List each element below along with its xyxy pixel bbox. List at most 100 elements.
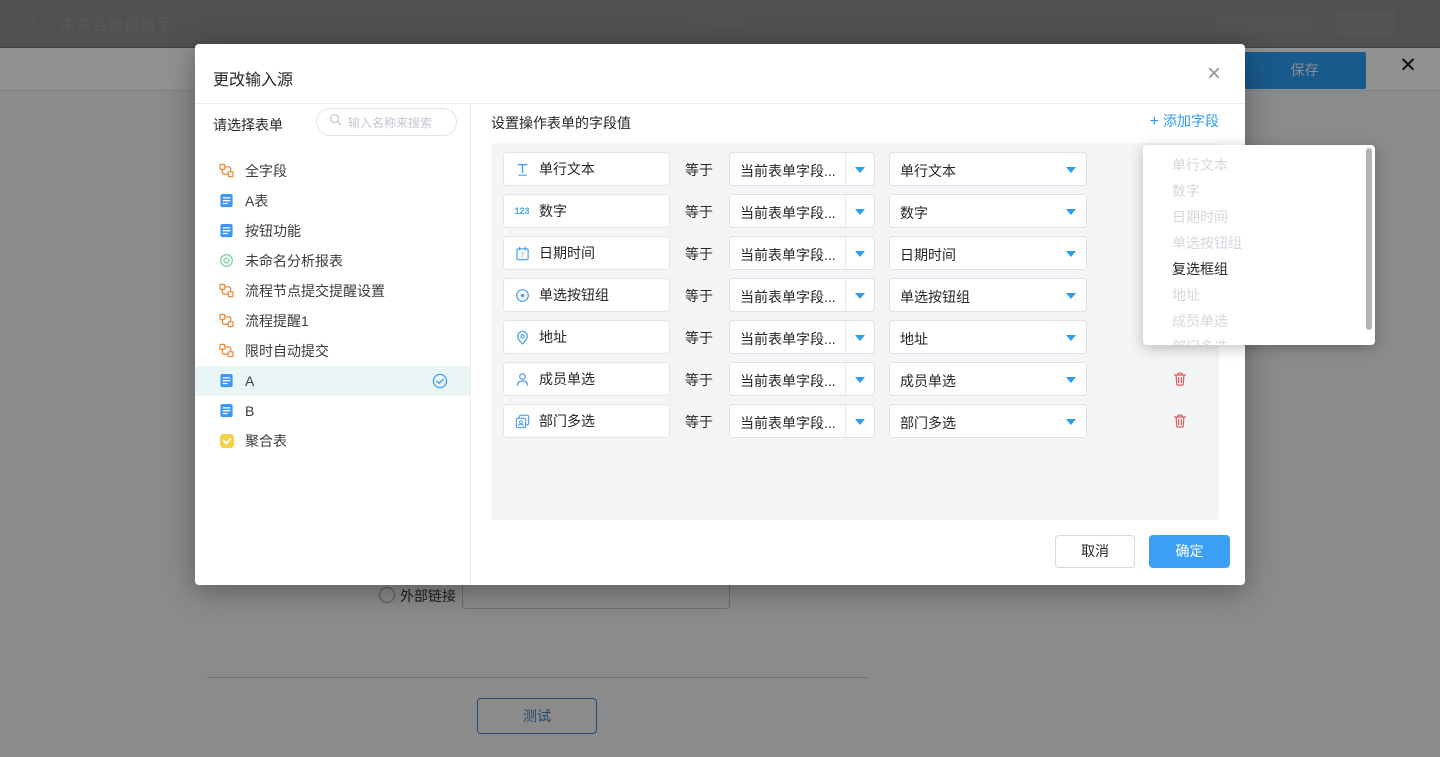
field-name-box[interactable]: 地址 <box>503 320 670 354</box>
source-field-value: 数字 <box>900 203 928 223</box>
source-type-select[interactable]: 当前表单字段... <box>729 236 875 270</box>
chevron-down-icon <box>855 167 865 173</box>
form-icon <box>219 223 235 239</box>
select-arrow-box[interactable] <box>845 237 874 269</box>
chevron-down-icon <box>1066 419 1076 425</box>
search-placeholder: 输入名称来搜索 <box>348 114 432 131</box>
operator-label: 等于 <box>685 160 713 180</box>
source-type-value: 当前表单字段... <box>740 413 836 433</box>
operator-label: 等于 <box>685 412 713 432</box>
operator-label: 等于 <box>685 244 713 264</box>
source-field-select[interactable]: 单选按钮组 <box>889 278 1087 312</box>
check-circle-icon <box>432 373 448 389</box>
field-mapping-row: 地址等于当前表单字段...地址 <box>491 320 1219 354</box>
field-select-dropdown: 单行文本数字日期时间单选按钮组复选框组地址成员单选部门多选 <box>1143 145 1375 345</box>
dropdown-option: 地址 <box>1143 282 1375 308</box>
svg-text:7: 7 <box>520 252 524 259</box>
confirm-button[interactable]: 确定 <box>1149 535 1230 568</box>
form-list-item[interactable]: A表 <box>195 186 470 216</box>
cancel-button[interactable]: 取消 <box>1055 535 1135 568</box>
form-list-item[interactable]: 流程节点提交提醒设置 <box>195 276 470 306</box>
search-input[interactable]: 输入名称来搜索 <box>316 108 457 136</box>
source-type-select[interactable]: 当前表单字段... <box>729 320 875 354</box>
form-icon <box>219 193 235 209</box>
flow-icon <box>219 163 235 179</box>
modal-close-icon[interactable]: × <box>1207 62 1221 86</box>
field-name-box[interactable]: 部门多选 <box>503 404 670 438</box>
source-type-select[interactable]: 当前表单字段... <box>729 404 875 438</box>
field-name-box[interactable]: 单选按钮组 <box>503 278 670 312</box>
dropdown-scrollbar[interactable] <box>1366 148 1372 330</box>
form-list-item[interactable]: 聚合表 <box>195 426 470 456</box>
form-list-item[interactable]: 未命名分析报表 <box>195 246 470 276</box>
fields-section-title: 设置操作表单的字段值 <box>491 113 631 133</box>
select-arrow-box[interactable] <box>845 321 874 353</box>
form-list-item[interactable]: 限时自动提交 <box>195 336 470 366</box>
person-icon <box>514 371 530 387</box>
operator-label: 等于 <box>685 370 713 390</box>
field-name-box[interactable]: 123数字 <box>503 194 670 228</box>
operator-label: 等于 <box>685 328 713 348</box>
operator-label: 等于 <box>685 286 713 306</box>
chevron-down-icon <box>855 377 865 383</box>
form-list-item[interactable]: A <box>195 366 470 396</box>
field-name-box[interactable]: 7日期时间 <box>503 236 670 270</box>
source-type-select[interactable]: 当前表单字段... <box>729 278 875 312</box>
source-field-select[interactable]: 部门多选 <box>889 404 1087 438</box>
divider <box>470 103 471 585</box>
delete-row-trash-icon[interactable] <box>1172 371 1188 387</box>
operator-label: 等于 <box>685 202 713 222</box>
report-icon <box>219 253 235 269</box>
source-type-value: 当前表单字段... <box>740 161 836 181</box>
chevron-down-icon <box>855 335 865 341</box>
field-mapping-row: 7日期时间等于 当前表单字段... 日期时间 <box>491 236 1219 270</box>
source-type-value: 当前表单字段... <box>740 245 836 265</box>
select-arrow-box[interactable] <box>845 363 874 395</box>
number-icon: 123 <box>514 203 530 219</box>
form-list-item[interactable]: 流程提醒1 <box>195 306 470 336</box>
plus-icon: + <box>1150 113 1159 130</box>
field-mapping-row: 成员单选 等于当前表单字段... 成员单选 <box>491 362 1219 396</box>
form-list: 全字段 A表按钮功能未命名分析报表流程节点提交提醒设置流程提醒1限时自动提交AB聚… <box>195 156 470 456</box>
dropdown-option[interactable]: 复选框组 <box>1143 256 1375 282</box>
radio-icon <box>514 287 530 303</box>
source-type-select[interactable]: 当前表单字段... <box>729 152 875 186</box>
field-name-label: 单选按钮组 <box>539 285 609 305</box>
delete-row-trash-icon[interactable] <box>1172 413 1188 429</box>
field-mapping-row: 单行文本等于当前表单字段...单行文本 <box>491 152 1219 186</box>
select-arrow-box[interactable] <box>845 279 874 311</box>
divider <box>195 103 1245 104</box>
source-field-select[interactable]: 地址 <box>889 320 1087 354</box>
form-list-item[interactable]: 按钮功能 <box>195 216 470 246</box>
source-type-select[interactable]: 当前表单字段... <box>729 362 875 396</box>
field-name-box[interactable]: 单行文本 <box>503 152 670 186</box>
flow-icon <box>219 343 235 359</box>
field-name-label: 部门多选 <box>539 411 595 431</box>
dropdown-option: 单行文本 <box>1143 152 1375 178</box>
form-list-item-label: 全字段 <box>245 161 287 181</box>
dropdown-option: 日期时间 <box>1143 204 1375 230</box>
dropdown-option: 部门多选 <box>1143 334 1375 345</box>
form-list-item-label: 流程节点提交提醒设置 <box>245 281 385 301</box>
select-arrow-box[interactable] <box>845 153 874 185</box>
select-arrow-box[interactable] <box>845 195 874 227</box>
form-list-item-label: B <box>245 403 254 419</box>
source-field-select[interactable]: 日期时间 <box>889 236 1087 270</box>
field-mapping-row: 123数字等于当前表单字段... 数字 <box>491 194 1219 228</box>
location-icon <box>514 329 530 345</box>
form-list-item[interactable]: B <box>195 396 470 426</box>
form-icon <box>219 403 235 419</box>
source-field-select[interactable]: 成员单选 <box>889 362 1087 396</box>
form-list-item[interactable]: 全字段 <box>195 156 470 186</box>
chevron-down-icon <box>1066 293 1076 299</box>
add-field-button[interactable]: +添加字段 <box>1150 111 1219 131</box>
source-type-select[interactable]: 当前表单字段... <box>729 194 875 228</box>
select-arrow-box[interactable] <box>845 405 874 437</box>
form-list-item-label: 聚合表 <box>245 431 287 451</box>
field-name-box[interactable]: 成员单选 <box>503 362 670 396</box>
field-name-label: 成员单选 <box>539 369 595 389</box>
source-field-select[interactable]: 单行文本 <box>889 152 1087 186</box>
source-field-select[interactable]: 数字 <box>889 194 1087 228</box>
chevron-down-icon <box>1066 209 1076 215</box>
source-field-value: 单选按钮组 <box>900 287 970 307</box>
